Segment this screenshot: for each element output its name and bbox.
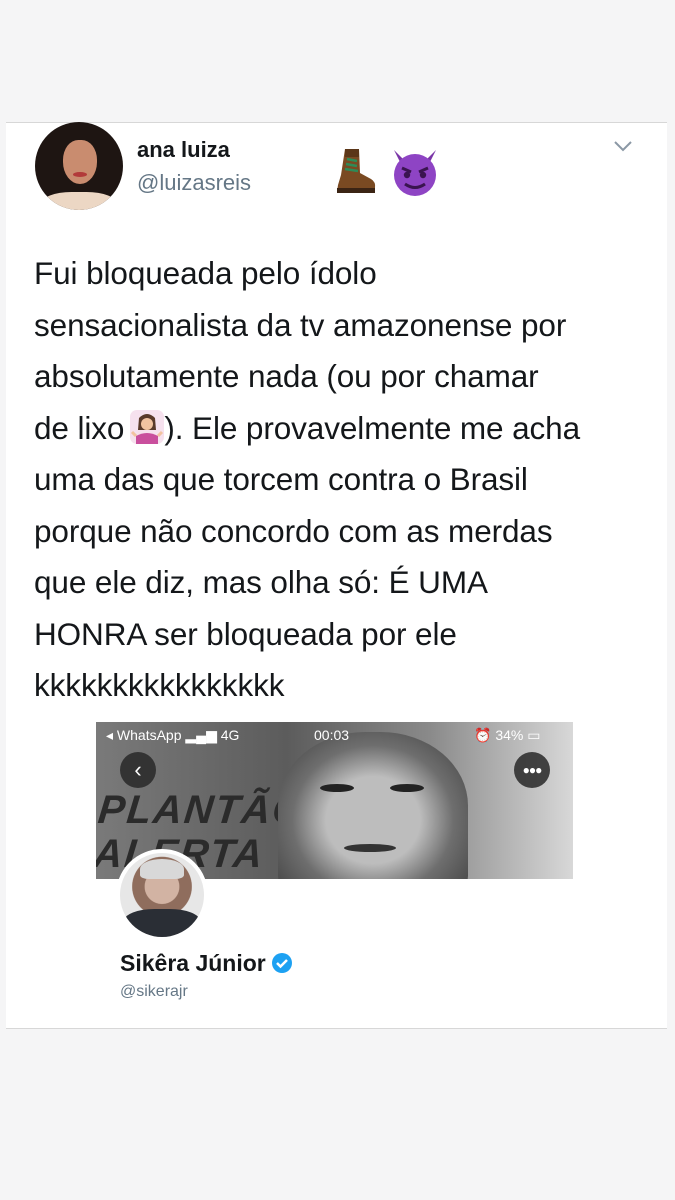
verified-badge-icon xyxy=(271,953,292,973)
back-icon[interactable]: ‹ xyxy=(120,752,156,788)
profile-handle: @sikerajr xyxy=(120,983,188,1000)
banner-eye xyxy=(320,784,354,792)
battery-icon: ▭ xyxy=(527,727,541,743)
tweet-line: sensacionalista da tv amazonense por xyxy=(34,306,567,343)
embedded-screenshot[interactable]: PLANTÃO ALERTA ◂ WhatsApp ▂▄▆ 4G 00:03 ⏰… xyxy=(96,722,573,1016)
tweet-line: kkkkkkkkkkkkkkkk xyxy=(34,667,285,703)
user-avatar[interactable] xyxy=(35,122,123,210)
woman-shrugging-icon xyxy=(130,409,165,444)
profile-name: Sikêra Júnior xyxy=(120,950,293,977)
alarm-icon: ⏰ xyxy=(474,727,492,743)
banner-eye xyxy=(390,784,424,792)
banner-person xyxy=(278,732,468,892)
tweet-line: Fui bloqueada pelo ídolo xyxy=(34,255,377,291)
chevron-down-icon[interactable] xyxy=(612,138,634,154)
tweet-line: que ele diz, mas olha só: É UMA xyxy=(34,564,488,600)
tweet-line-segment: de lixo xyxy=(34,409,125,446)
display-name[interactable]: ana luiza xyxy=(137,137,230,163)
avatar-face xyxy=(63,140,97,184)
more-options-icon[interactable]: ●●● xyxy=(514,752,550,788)
carrier-label: ◂ WhatsApp xyxy=(106,727,182,743)
tweet-line: porque não concordo com as merdas xyxy=(34,512,553,549)
network-label: 4G xyxy=(220,727,240,743)
tweet-line: HONRA ser bloqueada por ele xyxy=(34,615,457,652)
signal-icon: ▂▄▆ xyxy=(185,727,217,743)
tweet-line-with-emoji: de lixo ). Ele provavelmente me acha xyxy=(34,403,654,455)
user-handle[interactable]: @luizasreis xyxy=(137,170,251,196)
banner-text-line: PLANTÃO xyxy=(96,788,308,832)
battery-label: 34% xyxy=(495,727,524,743)
tweet-line-segment: ). Ele provavelmente me acha xyxy=(164,409,581,446)
avatar-shirt xyxy=(41,192,117,210)
status-carrier: ◂ WhatsApp ▂▄▆ 4G xyxy=(106,722,239,748)
profile-avatar[interactable] xyxy=(116,849,208,941)
status-time: 00:03 xyxy=(314,727,350,743)
tweet-line: uma das que torcem contra o Brasil xyxy=(34,461,528,497)
hiking-boot-icon xyxy=(337,149,376,193)
smiling-devil-icon xyxy=(394,150,436,196)
profile-name-text: Sikêra Júnior xyxy=(120,950,266,976)
banner-mouth xyxy=(344,844,396,852)
status-battery: ⏰ 34% ▭ xyxy=(474,722,540,748)
tweet-text: Fui bloqueada pelo ídolo sensacionalista… xyxy=(34,248,654,712)
avatar-hair xyxy=(140,859,184,879)
tweet-line: absolutamente nada (ou por chamar xyxy=(34,358,539,394)
phone-status-bar: ◂ WhatsApp ▂▄▆ 4G 00:03 ⏰ 34% ▭ xyxy=(96,722,573,748)
avatar-lips xyxy=(73,172,87,177)
avatar-suit xyxy=(124,909,200,937)
